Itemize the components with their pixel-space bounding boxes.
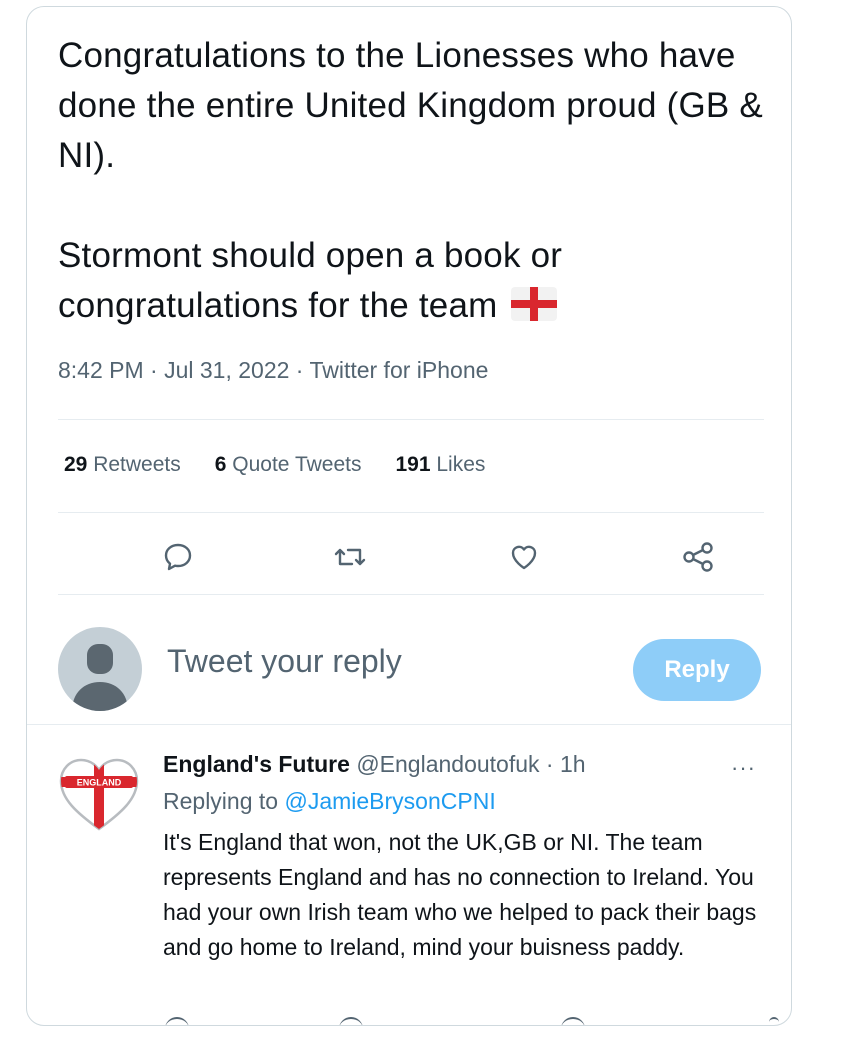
share-icon[interactable]	[769, 1017, 779, 1025]
retweet-icon[interactable]	[339, 1017, 363, 1025]
default-avatar-icon	[72, 644, 128, 711]
reply-submit-button[interactable]: Reply	[633, 639, 761, 701]
like-icon	[511, 545, 537, 570]
reply-author-name[interactable]: England's Future	[163, 751, 350, 777]
quotes-count: 6	[214, 453, 227, 476]
tweet-paragraph-2-text: Stormont should open a book or congratul…	[58, 236, 563, 325]
reply-input[interactable]: Tweet your reply	[167, 643, 402, 680]
reply-tweet: ENGLAND England's Future @Englandoutofuk…	[27, 725, 791, 1025]
divider	[58, 594, 764, 595]
replying-prefix: Replying to	[163, 788, 279, 814]
divider	[58, 419, 764, 420]
avatar-text: ENGLAND	[77, 778, 122, 788]
more-options-icon[interactable]: ···	[731, 755, 756, 781]
reply-author-handle[interactable]: @Englandoutofuk	[356, 751, 539, 777]
divider	[58, 512, 764, 513]
tweet-paragraph-2: Stormont should open a book or congratul…	[58, 231, 778, 335]
reply-composer: Tweet your reply Reply	[27, 617, 791, 727]
quotes-stat[interactable]: 6 Quote Tweets	[215, 453, 362, 477]
reply-button[interactable]	[158, 537, 198, 577]
quotes-label: Quote Tweets	[232, 453, 362, 476]
like-icon[interactable]	[561, 1017, 585, 1025]
user-avatar[interactable]	[58, 627, 142, 711]
replying-handle-link[interactable]: @JamieBrysonCPNI	[284, 788, 495, 814]
reply-tweet-actions-cutoff	[163, 1017, 783, 1025]
reply-tweet-time[interactable]: · 1h	[546, 751, 586, 777]
replying-to: Replying to @JamieBrysonCPNI	[163, 788, 496, 815]
reply-icon[interactable]	[165, 1017, 189, 1025]
tweet-text: Congratulations to the Lionesses who hav…	[58, 31, 778, 335]
tweet-stats: 29 Retweets 6 Quote Tweets 191 Likes	[64, 453, 485, 477]
like-button[interactable]	[504, 537, 544, 577]
england-flag-icon	[511, 285, 558, 335]
retweet-icon	[334, 548, 366, 566]
tweet-paragraph-1: Congratulations to the Lionesses who hav…	[58, 36, 763, 175]
retweet-button[interactable]	[330, 537, 370, 577]
likes-count: 191	[395, 453, 431, 476]
tweet-timestamp[interactable]: 8:42 PM · Jul 31, 2022 · Twitter for iPh…	[58, 357, 488, 384]
reply-icon	[164, 543, 192, 571]
retweets-label: Retweets	[93, 453, 181, 476]
reply-tweet-header: England's Future @Englandoutofuk · 1h	[163, 751, 586, 778]
retweets-count: 29	[64, 453, 88, 476]
likes-label: Likes	[436, 453, 486, 476]
share-icon	[683, 542, 713, 572]
england-heart-icon: ENGLAND	[59, 758, 139, 831]
reply-tweet-body: It's England that won, not the UK,GB or …	[163, 829, 757, 960]
tweet-actions	[58, 529, 764, 589]
reply-author-avatar[interactable]: ENGLAND	[57, 751, 141, 835]
likes-stat[interactable]: 191 Likes	[395, 453, 485, 477]
tweet-card: Congratulations to the Lionesses who hav…	[26, 6, 792, 1026]
retweets-stat[interactable]: 29 Retweets	[64, 453, 181, 477]
share-button[interactable]	[678, 537, 718, 577]
